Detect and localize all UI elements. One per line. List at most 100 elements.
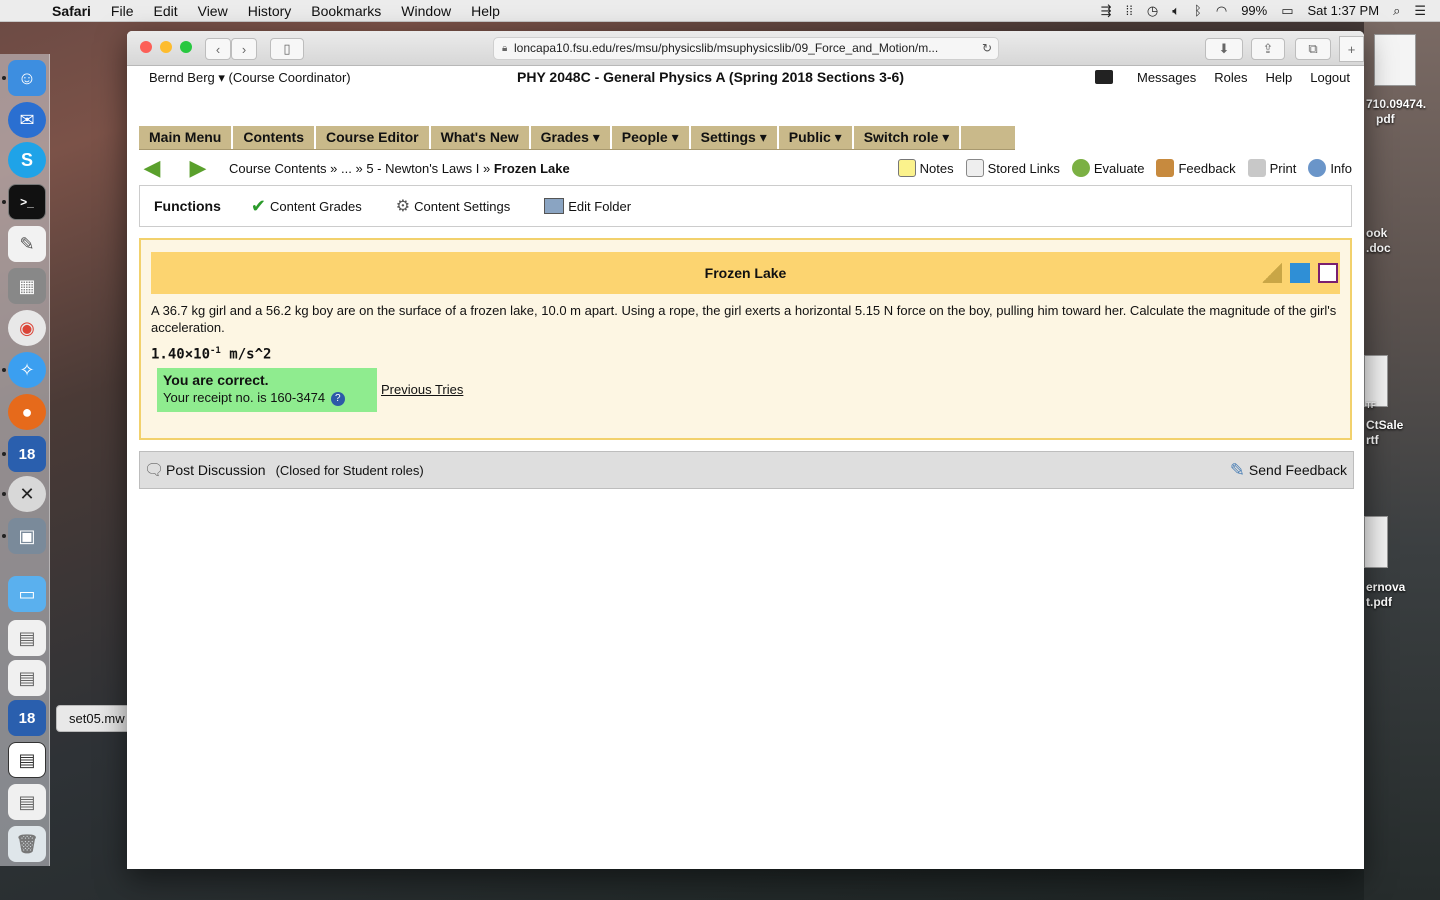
grid-icon[interactable]: ⁞⁞ — [1126, 3, 1133, 18]
sidebar-toggle-button[interactable]: ▯ — [270, 38, 304, 60]
nav-whats-new[interactable]: What's New — [431, 126, 531, 149]
browser-toolbar: ‹ › ▯ 🔒︎ loncapa10.fsu.edu/res/msu/physi… — [127, 31, 1364, 66]
document-thumbnail-icon[interactable]: ▤ — [8, 660, 46, 696]
volume-icon[interactable]: 🔈︎ — [1172, 3, 1180, 19]
status-area: ⇶ ⁞⁞ ◷ 🔈︎ ᛒ ◠ 99% ▭ Sat 1:37 PM ⌕ ☰ — [1101, 3, 1440, 19]
lock-icon: 🔒︎ — [502, 43, 508, 54]
airplay-icon[interactable]: ⇶ — [1101, 3, 1112, 19]
zoom-window-button[interactable] — [180, 41, 192, 53]
bluetooth-icon[interactable]: ᛒ — [1194, 3, 1202, 18]
back-button[interactable]: ‹ — [205, 38, 231, 60]
document-thumbnail-icon[interactable]: ▤ — [8, 620, 46, 656]
next-resource-arrow-icon[interactable]: ▶ — [185, 155, 211, 180]
menu-window[interactable]: Window — [391, 3, 461, 19]
document-thumbnail-icon[interactable]: ▤ — [8, 742, 46, 778]
menu-history[interactable]: History — [238, 3, 302, 19]
evaluate-tool[interactable]: Evaluate — [1071, 159, 1144, 177]
firefox-icon[interactable]: ● — [8, 394, 46, 430]
tabs-overview-button[interactable]: ⧉ — [1295, 38, 1331, 60]
desktop-file-label[interactable]: ook .doc — [1366, 226, 1426, 256]
breadcrumb-ellipsis[interactable]: ... » — [341, 161, 363, 176]
desktop-file-label[interactable]: CtSale rtf — [1366, 418, 1426, 448]
content-grades-link[interactable]: ✔ Content Grades — [251, 196, 362, 217]
feedback-tool[interactable]: Feedback — [1156, 159, 1236, 177]
help-link[interactable]: Help — [1265, 70, 1292, 85]
maple-file-icon[interactable]: 18 — [8, 700, 46, 736]
time-machine-icon[interactable]: ◷ — [1147, 3, 1158, 19]
textedit-icon[interactable]: ✎ — [8, 226, 46, 262]
battery-icon[interactable]: ▭ — [1281, 3, 1293, 19]
desktop-file-label[interactable]: ernova t.pdf — [1366, 580, 1426, 610]
folder-edit-icon — [544, 198, 565, 214]
send-feedback-link[interactable]: ✎ Send Feedback — [1230, 460, 1347, 481]
nav-main-menu[interactable]: Main Menu — [139, 126, 234, 149]
chrome-icon[interactable]: ◉ — [8, 310, 46, 346]
nav-course-editor[interactable]: Course Editor — [316, 126, 431, 149]
menu-app-name[interactable]: Safari — [42, 3, 101, 19]
close-window-button[interactable] — [140, 41, 152, 53]
preview-icon[interactable]: ▣ — [8, 518, 46, 554]
nav-grades[interactable]: Grades ▾ — [531, 126, 612, 149]
menu-bookmarks[interactable]: Bookmarks — [301, 3, 391, 19]
spotlight-search-icon[interactable]: ⌕ — [1393, 3, 1400, 19]
skype-icon[interactable]: S — [8, 142, 46, 178]
menu-help[interactable]: Help — [461, 3, 510, 19]
trash-icon[interactable]: 🗑︎ — [8, 826, 46, 862]
terminal-icon[interactable]: >_ — [8, 184, 46, 220]
minimize-window-button[interactable] — [160, 41, 172, 53]
finder-icon[interactable]: ☺ — [8, 60, 46, 96]
roles-link[interactable]: Roles — [1214, 70, 1247, 85]
user-menu[interactable]: Bernd Berg ▾ (Course Coordinator) — [149, 70, 351, 86]
ruler-icon[interactable] — [1262, 263, 1282, 283]
discussion-bar: 🗨︎ Post Discussion (Closed for Student r… — [139, 451, 1354, 489]
breadcrumb-course-contents[interactable]: Course Contents » — [229, 161, 337, 176]
xquartz-icon[interactable]: ✕ — [8, 476, 46, 512]
nav-settings[interactable]: Settings ▾ — [691, 126, 779, 149]
help-question-icon[interactable]: ? — [330, 391, 345, 406]
desktop-file-label[interactable]: 710.09474. pdf — [1366, 97, 1426, 127]
notification-center-icon[interactable]: ☰ — [1414, 3, 1426, 19]
safari-icon[interactable]: ✧ — [8, 352, 46, 388]
address-bar[interactable]: 🔒︎ loncapa10.fsu.edu/res/msu/physicslib/… — [493, 37, 999, 60]
nav-public[interactable]: Public ▾ — [779, 126, 854, 149]
menu-file[interactable]: File — [101, 3, 144, 19]
breadcrumb-folder[interactable]: 5 - Newton's Laws I » — [366, 161, 490, 176]
battery-percent[interactable]: 99% — [1241, 3, 1267, 18]
calculator-icon[interactable]: ▦ — [8, 268, 46, 304]
chart-edit-icon[interactable] — [1290, 263, 1310, 283]
notes-tool[interactable]: Notes — [897, 159, 954, 177]
content-settings-link[interactable]: ⚙ Content Settings — [396, 196, 510, 216]
chevron-left-icon: ‹ — [215, 41, 221, 57]
maple-18-icon[interactable]: 18 — [8, 436, 46, 472]
menu-view[interactable]: View — [188, 3, 238, 19]
nav-contents[interactable]: Contents — [233, 126, 317, 149]
logout-link[interactable]: Logout — [1310, 70, 1350, 85]
post-discussion-link[interactable]: Post Discussion — [166, 462, 266, 478]
downloads-folder-icon[interactable]: ▭ — [8, 576, 46, 612]
hint-h-icon[interactable] — [1318, 263, 1338, 283]
downloads-button[interactable]: ⬇ — [1205, 38, 1243, 60]
stored-links-tool[interactable]: Stored Links — [965, 159, 1060, 177]
wifi-icon[interactable]: ◠ — [1216, 3, 1227, 19]
edit-folder-link[interactable]: Edit Folder — [544, 198, 631, 214]
previous-resource-arrow-icon[interactable]: ◀ — [139, 155, 165, 180]
nav-switch-role[interactable]: Switch role ▾ — [854, 126, 962, 149]
reload-icon[interactable]: ↻ — [982, 38, 992, 59]
info-tool[interactable]: Info — [1308, 159, 1352, 177]
print-tool[interactable]: Print — [1247, 159, 1296, 177]
menu-edit[interactable]: Edit — [143, 3, 187, 19]
messages-link[interactable]: Messages — [1137, 70, 1196, 85]
nav-people[interactable]: People ▾ — [612, 126, 691, 149]
previous-tries-link[interactable]: Previous Tries — [381, 382, 463, 397]
running-indicator — [2, 76, 6, 80]
forward-button[interactable]: › — [231, 38, 257, 60]
document-thumbnail-icon[interactable]: ▤ — [8, 784, 46, 820]
breadcrumb: Course Contents » ... » 5 - Newton's Law… — [229, 161, 570, 176]
clock[interactable]: Sat 1:37 PM — [1308, 3, 1380, 18]
desktop-file-thumbnail[interactable] — [1374, 34, 1416, 86]
thunderbird-icon[interactable]: ✉ — [8, 102, 46, 138]
messages-icon[interactable] — [1095, 70, 1113, 84]
new-tab-button[interactable]: + — [1339, 36, 1364, 62]
desktop-file-thumbnail[interactable] — [1364, 516, 1388, 568]
share-button[interactable]: ⇪ — [1251, 38, 1285, 60]
